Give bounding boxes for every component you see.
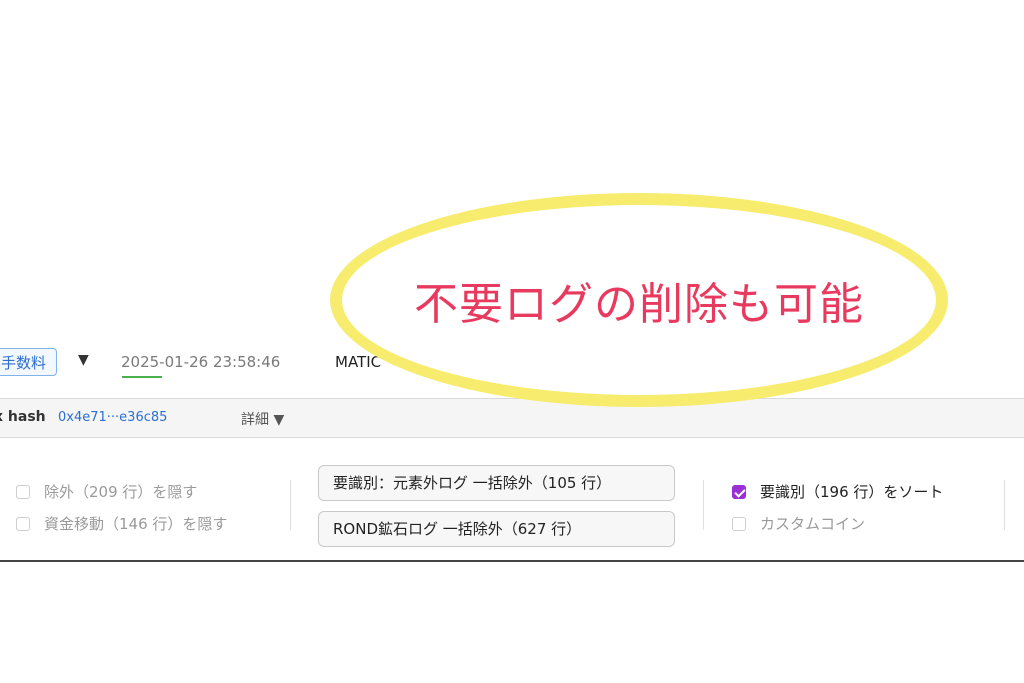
details-toggle[interactable]: 詳細 ▼ bbox=[241, 409, 284, 429]
timestamp-underline bbox=[122, 376, 162, 378]
sort-unidentified-checkbox[interactable] bbox=[732, 484, 746, 499]
hide-transfers-label: 資金移動（146 行）を隠す bbox=[44, 515, 228, 533]
custom-coin-label: カスタムコイン bbox=[760, 515, 866, 533]
screenshot-stage: 手数料 ▼ 2025-01-26 23:58:46 MATIC x hash 0… bbox=[0, 0, 1024, 683]
divider bbox=[290, 480, 291, 530]
bulk-exclude-non-element-button[interactable]: 要識別：元素外ログ 一括除外（105 行） bbox=[318, 465, 675, 501]
bulk-exclude-rond-ore-button[interactable]: ROND鉱石ログ 一括除外（627 行） bbox=[318, 511, 675, 547]
tx-hash-link[interactable]: 0x4e71···e36c85 bbox=[58, 410, 167, 425]
hide-transfers-option[interactable]: 資金移動（146 行）を隠す bbox=[16, 513, 227, 534]
custom-coin-checkbox[interactable] bbox=[732, 516, 746, 531]
hide-excluded-checkbox[interactable] bbox=[16, 484, 30, 499]
fee-badge[interactable]: 手数料 bbox=[0, 348, 58, 376]
expand-caret-icon[interactable]: ▼ bbox=[78, 352, 89, 368]
divider bbox=[1004, 480, 1005, 530]
sort-unidentified-option[interactable]: 要識別（196 行）をソート bbox=[732, 481, 943, 502]
hide-transfers-checkbox[interactable] bbox=[16, 516, 30, 531]
annotation-callout: 不要ログの削除も可能 bbox=[330, 193, 948, 407]
hide-excluded-option[interactable]: 除外（209 行）を隠す bbox=[16, 481, 197, 502]
hide-excluded-label: 除外（209 行）を隠す bbox=[44, 483, 198, 501]
custom-coin-option[interactable]: カスタムコイン bbox=[732, 513, 865, 534]
sort-unidentified-label: 要識別（196 行）をソート bbox=[760, 483, 944, 501]
divider bbox=[703, 480, 704, 530]
callout-text: 不要ログの削除も可能 bbox=[414, 279, 864, 330]
filter-panel: 除外（209 行）を隠す 資金移動（146 行）を隠す 要識別：元素外ログ 一括… bbox=[0, 450, 1024, 562]
tx-hash-label: x hash bbox=[0, 409, 46, 425]
transaction-timestamp: 2025-01-26 23:58:46 bbox=[121, 353, 281, 371]
tx-hash-row: x hash 0x4e71···e36c85 詳細 ▼ bbox=[0, 398, 1024, 438]
